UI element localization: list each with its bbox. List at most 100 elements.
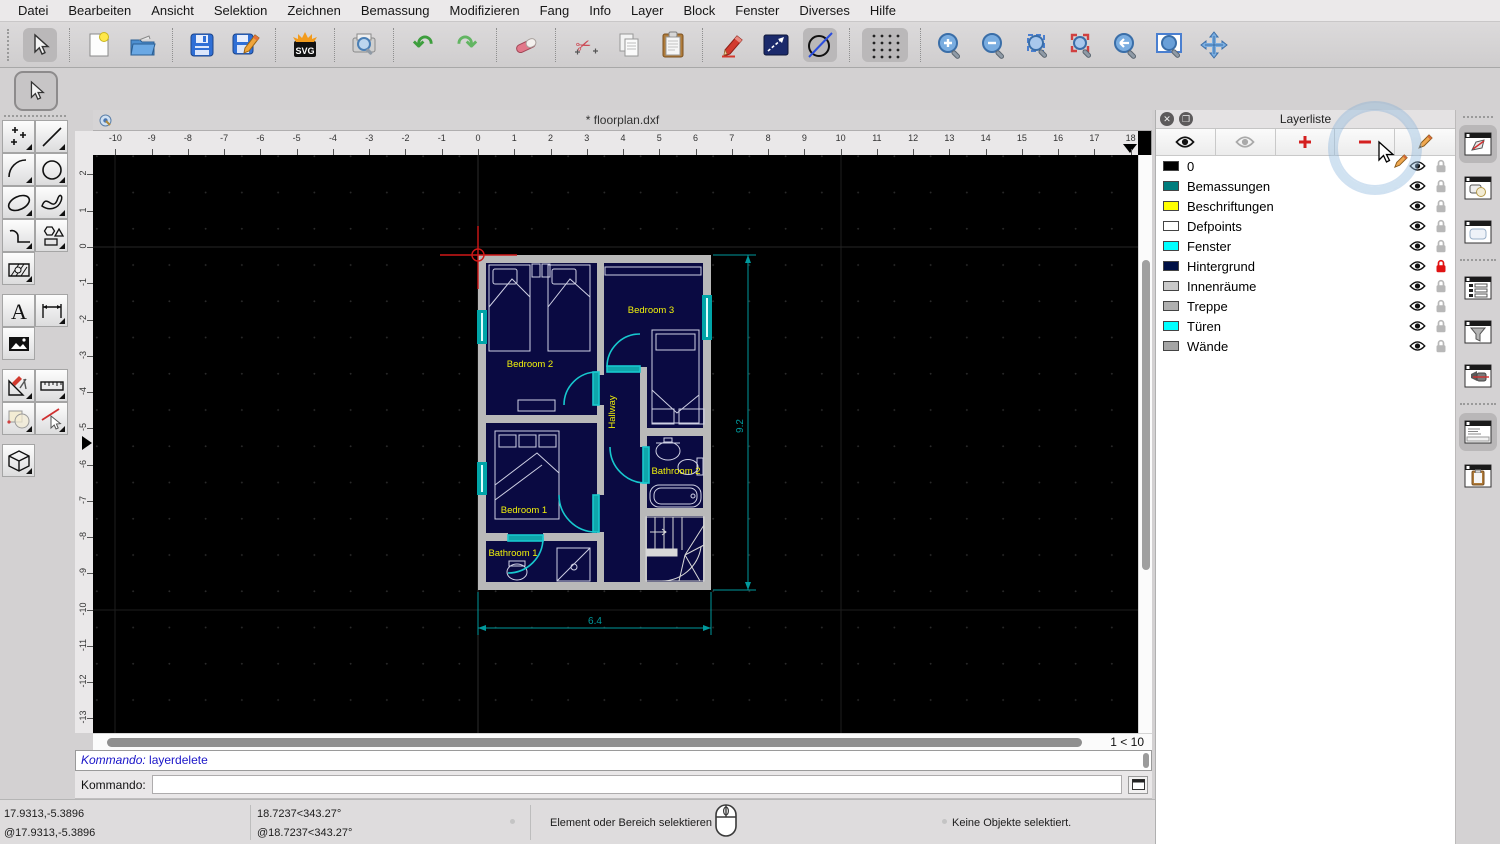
layer-lock-icon[interactable] (1435, 259, 1447, 273)
layer-visibility-icon[interactable] (1409, 160, 1426, 172)
layer-row-innenräume[interactable]: Innenräume (1156, 276, 1455, 296)
layer-visibility-icon[interactable] (1409, 320, 1426, 332)
layer-row-defpoints[interactable]: Defpoints (1156, 216, 1455, 236)
toggle-block-list-button[interactable] (1459, 169, 1497, 207)
zoom-in-button[interactable] (933, 28, 967, 62)
zoom-window-button[interactable] (1153, 28, 1187, 62)
select-tool-button[interactable] (23, 27, 57, 62)
menu-bemassung[interactable]: Bemassung (351, 0, 440, 22)
layer-visibility-icon[interactable] (1409, 220, 1426, 232)
line-attributes-button[interactable] (759, 28, 793, 62)
zoom-out-button[interactable] (977, 28, 1011, 62)
layer-visibility-icon[interactable] (1409, 260, 1426, 272)
zoom-previous-button[interactable] (1109, 28, 1143, 62)
layer-visibility-icon[interactable] (1409, 240, 1426, 252)
layer-row-beschriftungen[interactable]: Beschriftungen (1156, 196, 1455, 216)
circle-tool[interactable] (35, 153, 68, 186)
layer-row-hintergrund[interactable]: Hintergrund (1156, 256, 1455, 276)
menu-fenster[interactable]: Fenster (725, 0, 789, 22)
layer-row-wände[interactable]: Wände (1156, 336, 1455, 356)
copy-button[interactable] (612, 28, 646, 62)
toggle-layer-list-button[interactable] (1459, 125, 1497, 163)
layer-row-türen[interactable]: Türen (1156, 316, 1455, 336)
command-input[interactable] (151, 775, 1122, 794)
layer-row-fenster[interactable]: Fenster (1156, 236, 1455, 256)
modify-tool[interactable] (2, 369, 35, 402)
selection-tool-button[interactable] (14, 71, 58, 111)
layer-lock-icon[interactable] (1435, 159, 1447, 173)
construction-mode-button[interactable] (803, 27, 837, 62)
layer-row-treppe[interactable]: Treppe (1156, 296, 1455, 316)
toggle-selection-filter-button[interactable] (1459, 313, 1497, 351)
layer-row-bemassungen[interactable]: Bemassungen (1156, 176, 1455, 196)
layer-lock-icon[interactable] (1435, 219, 1447, 233)
layer-lock-icon[interactable] (1435, 319, 1447, 333)
layer-visibility-icon[interactable] (1409, 340, 1426, 352)
delete-button[interactable] (509, 28, 543, 62)
layer-visibility-icon[interactable] (1409, 300, 1426, 312)
menu-zeichnen[interactable]: Zeichnen (277, 0, 350, 22)
menu-datei[interactable]: Datei (8, 0, 58, 22)
layer-lock-icon[interactable] (1435, 299, 1447, 313)
menu-ansicht[interactable]: Ansicht (141, 0, 204, 22)
open-file-button[interactable] (126, 28, 160, 62)
print-preview-button[interactable] (347, 28, 381, 62)
edit-layer-button[interactable] (1395, 129, 1455, 155)
menu-info[interactable]: Info (579, 0, 621, 22)
add-layer-button[interactable] (1275, 129, 1336, 155)
strip-drag-handle[interactable] (1463, 116, 1493, 118)
menu-diverses[interactable]: Diverses (789, 0, 860, 22)
layer-visibility-icon[interactable] (1409, 200, 1426, 212)
horizontal-scrollbar[interactable]: 1 < 10 (93, 733, 1152, 750)
menu-hilfe[interactable]: Hilfe (860, 0, 906, 22)
layer-visibility-icon[interactable] (1409, 180, 1426, 192)
redo-button[interactable]: ↷ (450, 28, 484, 62)
command-options-button[interactable] (1128, 775, 1148, 794)
layer-lock-icon[interactable] (1435, 199, 1447, 213)
horizontal-scroll-thumb[interactable] (107, 738, 1082, 747)
hatch-tool[interactable] (2, 252, 35, 285)
menu-layer[interactable]: Layer (621, 0, 674, 22)
history-scroll-thumb[interactable] (1143, 753, 1149, 768)
toggle-library-browser-button[interactable] (1459, 213, 1497, 251)
layer-lock-icon[interactable] (1435, 239, 1447, 253)
show-all-layers-button[interactable] (1156, 129, 1216, 155)
menu-modifizieren[interactable]: Modifizieren (440, 0, 530, 22)
ellipse-tool[interactable] (2, 186, 35, 219)
menu-selektion[interactable]: Selektion (204, 0, 277, 22)
layer-lock-icon[interactable] (1435, 279, 1447, 293)
cut-button[interactable]: ✂ (568, 28, 602, 62)
paste-button[interactable] (656, 28, 690, 62)
image-tool[interactable] (2, 327, 35, 360)
solid-3d-tool[interactable] (2, 444, 35, 477)
points-tool[interactable] (2, 120, 35, 153)
layer-lock-icon[interactable] (1435, 339, 1447, 353)
menu-fang[interactable]: Fang (530, 0, 580, 22)
dimension-tool[interactable] (35, 294, 68, 327)
arc-tool[interactable] (2, 153, 35, 186)
svg-export-button[interactable]: SVG (288, 28, 322, 62)
new-file-button[interactable] (82, 28, 116, 62)
vertical-scrollbar[interactable] (1138, 155, 1152, 733)
save-as-button[interactable] (229, 28, 263, 62)
drawing-canvas[interactable]: Bedroom 2 Bedroom 3 Bedroom 1 Bathroom 1… (93, 155, 1138, 733)
hide-all-layers-button[interactable] (1215, 129, 1276, 155)
vertical-scroll-thumb[interactable] (1142, 260, 1150, 570)
menu-block[interactable]: Block (673, 0, 725, 22)
toggle-entity-list-button[interactable] (1459, 269, 1497, 307)
document-title-bar[interactable]: * floorplan.dxf (93, 110, 1152, 131)
zoom-selected-button[interactable] (1065, 28, 1099, 62)
undo-button[interactable]: ↶ (406, 28, 440, 62)
polyline-tool[interactable] (2, 219, 35, 252)
block-tool[interactable] (2, 402, 35, 435)
spline-tool[interactable] (35, 186, 68, 219)
layer-row-0[interactable]: 0 (1156, 156, 1455, 176)
line-tool[interactable] (35, 120, 68, 153)
toolbar-drag-handle[interactable] (7, 28, 15, 61)
toggle-clipboard-button[interactable] (1459, 457, 1497, 495)
dock-drag-handle[interactable] (4, 115, 66, 117)
menu-bearbeiten[interactable]: Bearbeiten (58, 0, 141, 22)
layer-visibility-icon[interactable] (1409, 280, 1426, 292)
pen-attributes-button[interactable] (715, 28, 749, 62)
polygon-tool[interactable] (35, 219, 68, 252)
